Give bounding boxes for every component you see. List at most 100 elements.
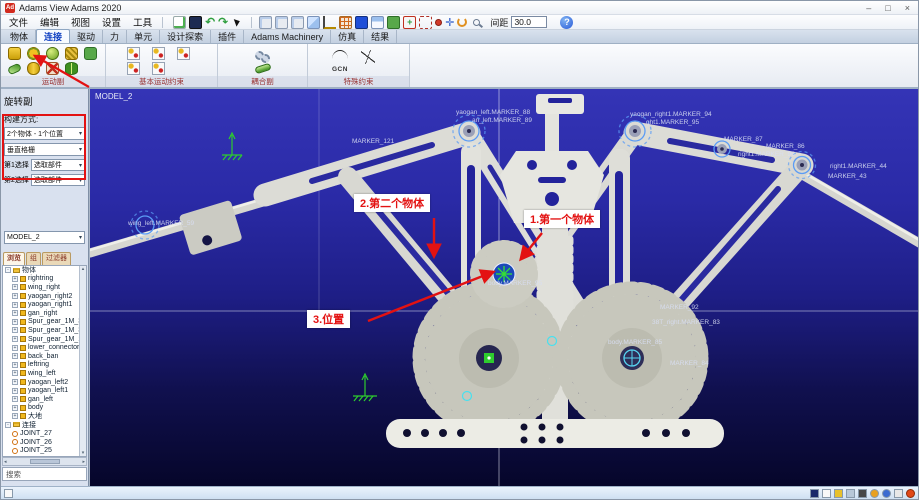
tree-item[interactable]: +gan_right [3,309,86,318]
info-icon[interactable] [894,489,903,498]
tree-item[interactable]: +yaogan_right1 [3,300,86,309]
render-mode-icon[interactable] [387,16,400,29]
tree-item[interactable]: +wing_left [3,369,86,378]
tree-item[interactable]: +leftring [3,361,86,370]
close-button[interactable]: × [905,3,910,13]
tree-vertical-scrollbar[interactable]: ▴ ▾ [79,266,86,456]
color-swatch-icon[interactable] [355,16,368,29]
tab-adams-machinery[interactable]: Adams Machinery [244,30,331,43]
tab-simulation[interactable]: 仿真 [331,30,364,43]
menu-file[interactable]: 文件 [3,15,34,29]
gear-pair-icon[interactable] [255,51,270,63]
tree-folder-connections[interactable]: - 连接 [3,421,86,430]
menu-settings[interactable]: 设置 [96,15,127,29]
status-left-icon[interactable] [4,489,13,498]
tree-item[interactable]: +body [3,404,86,413]
center-view-icon[interactable]: + [403,16,416,29]
constant-velocity-joint-icon[interactable] [65,62,78,75]
orientation-dropdown[interactable]: 垂直格栅▾ [4,143,85,156]
planar-joint-icon[interactable] [84,47,97,60]
revolute-joint-icon[interactable] [27,47,40,60]
inplane-icon[interactable] [152,62,165,75]
tree-item[interactable]: +gan_left [3,395,86,404]
tree-folder-bodies[interactable]: - 物体 [3,266,86,275]
tab-design-exploration[interactable]: 设计探索 [160,30,211,43]
construction-dropdown[interactable]: 2个物体 - 1个位置▾ [4,127,85,140]
parallel-axes-icon[interactable] [127,47,140,60]
cylindrical-joint-icon[interactable] [27,62,40,75]
model-selector-dropdown[interactable]: MODEL_2▾ [4,231,85,244]
tab-motions[interactable]: 驱动 [70,30,103,43]
point-curve-icon[interactable] [361,50,375,64]
collapse-icon[interactable]: - [5,422,11,428]
screw-joint-icon[interactable] [65,47,78,60]
select-box-icon[interactable] [419,16,432,29]
redo-icon[interactable]: ↷ [218,16,228,29]
pointer-icon[interactable] [822,489,831,498]
screenshot-icon[interactable] [371,16,384,29]
tree-horizontal-scrollbar[interactable]: ◂ ▸ [2,457,87,466]
layers-icon[interactable] [846,489,855,498]
translational-joint-icon[interactable] [7,63,22,76]
menu-view[interactable]: 视图 [65,15,96,29]
curve-curve-icon[interactable] [332,50,348,59]
new-file-icon[interactable] [173,16,186,29]
tree-item[interactable]: +rightring [3,275,86,284]
spherical-joint-icon[interactable] [46,47,59,60]
rotate-view-icon[interactable] [457,17,467,27]
scrollbar-thumb[interactable] [30,459,60,464]
tree-item-joint[interactable]: JOINT_24 [3,455,86,457]
tree-item[interactable]: +yaogan_right2 [3,292,86,301]
coupler-icon[interactable] [254,62,271,74]
record-icon[interactable] [906,489,915,498]
tree-item-joint[interactable]: JOINT_27 [3,429,86,438]
model-tree[interactable]: - 物体 +rightring +wing_right +yaogan_righ… [2,265,87,457]
pan-icon[interactable]: ✛ [445,16,454,29]
minimize-button[interactable]: – [866,3,871,13]
gear-icon[interactable] [870,489,879,498]
save-icon[interactable] [189,16,202,29]
tree-search-input[interactable]: 搜索 [2,467,87,481]
tab-browse[interactable]: 浏览 [3,252,25,265]
tree-item[interactable]: +Spur_gear_1M_38T [3,326,86,335]
grid-icon[interactable] [339,16,352,29]
axes-icon[interactable] [323,16,336,29]
perpendicular-icon[interactable] [127,62,140,75]
tab-bodies[interactable]: 物体 [3,30,36,43]
record-dot-icon[interactable] [435,19,442,26]
undo-icon[interactable]: ↶ [205,16,215,29]
edit-icon[interactable] [858,489,867,498]
tab-groups[interactable]: 组 [26,252,41,265]
first-selection-dropdown[interactable]: 选取部件▾ [31,159,85,171]
tree-item[interactable]: +yaogan_left1 [3,386,86,395]
gcon-constraint-label[interactable]: GCN [332,66,356,73]
tree-item-joint[interactable]: JOINT_26 [3,438,86,447]
tree-item-joint[interactable]: JOINT_25 [3,446,86,455]
tab-filters[interactable]: 过滤器 [42,252,71,265]
second-selection-dropdown[interactable]: 选取部件▾ [31,174,85,186]
lock-joint-icon[interactable] [8,47,21,60]
tab-connectors[interactable]: 连接 [36,29,70,43]
model-tree-icon[interactable] [810,489,819,498]
tree-item-ground[interactable]: +大地 [3,412,86,421]
top-bracket[interactable] [536,94,584,114]
help-icon[interactable]: ? [560,16,573,29]
tab-forces[interactable]: 力 [103,30,127,43]
tab-elements[interactable]: 单元 [127,30,160,43]
view-iso-icon[interactable] [307,16,320,29]
cursor-icon[interactable] [234,17,241,26]
inline-icon[interactable] [152,47,165,60]
tree-item[interactable]: +yaogan_left2 [3,378,86,387]
spur-gear-left[interactable] [419,288,559,428]
view-top-icon[interactable] [275,16,288,29]
maximize-button[interactable]: □ [885,3,890,13]
menu-tools[interactable]: 工具 [127,15,158,29]
base-bar[interactable] [386,419,724,448]
collapse-icon[interactable]: - [5,267,11,273]
view-right-icon[interactable] [291,16,304,29]
3d-viewport[interactable]: MODEL_2 yaogan_left.MARKER_88 an_left.MA… [89,89,918,486]
tree-item[interactable]: +Spur_gear_1M_38T [3,318,86,327]
menu-edit[interactable]: 编辑 [34,15,65,29]
grid-snap-icon[interactable] [834,489,843,498]
spacing-input[interactable]: 30.0 [511,16,547,28]
